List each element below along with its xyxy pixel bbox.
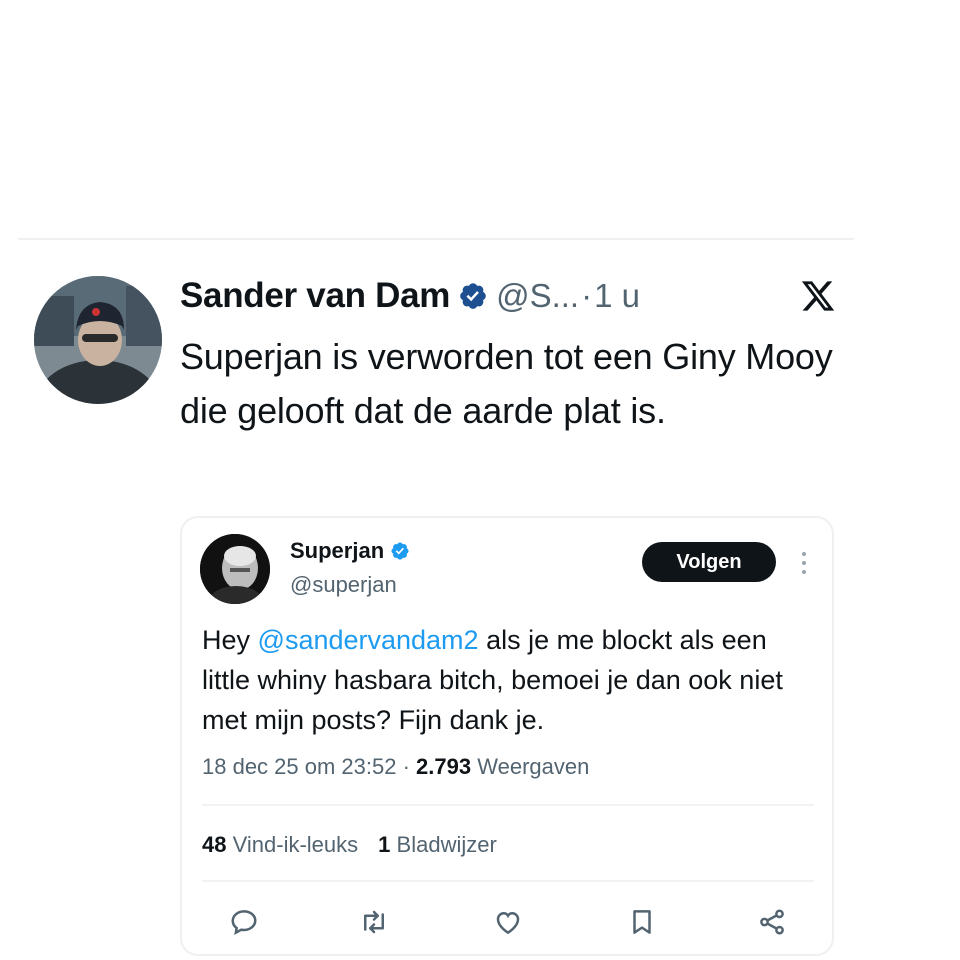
follow-button[interactable]: Volgen [642, 542, 776, 582]
bookmarks-count[interactable]: 1 [378, 832, 390, 857]
tweet-header: Sander van Dam @S... · 1 u [180, 272, 640, 320]
divider [202, 804, 814, 806]
quoted-tweet-text: Hey @sandervandam2 als je me blockt als … [202, 620, 812, 740]
quoted-author-name[interactable]: Superjan [290, 538, 384, 564]
divider [18, 238, 854, 240]
likes-count[interactable]: 48 [202, 832, 226, 857]
bookmarks-label[interactable]: Bladwijzer [397, 832, 497, 857]
verified-badge-icon [390, 541, 410, 561]
views-count: 2.793 [416, 754, 472, 779]
action-bar [182, 900, 832, 944]
verified-badge-icon [458, 281, 488, 311]
quoted-author-row: Superjan [290, 538, 410, 564]
repost-icon[interactable] [352, 900, 396, 944]
mention-link[interactable]: @sandervandam2 [258, 625, 479, 655]
separator-dot: · [581, 277, 593, 314]
separator-dot: · [396, 754, 417, 779]
bookmark-icon[interactable] [620, 900, 664, 944]
quoted-tweet-card[interactable]: Superjan @superjan Volgen Hey @sandervan… [180, 516, 834, 956]
screenshot-page: Sander van Dam @S... · 1 u Superjan is v… [0, 0, 960, 960]
divider [202, 880, 814, 882]
quoted-text-prefix: Hey [202, 625, 258, 655]
author-name[interactable]: Sander van Dam [180, 276, 450, 316]
author-avatar[interactable] [34, 276, 162, 404]
author-handle[interactable]: @S... [496, 277, 579, 315]
reply-icon[interactable] [222, 900, 266, 944]
quoted-tweet-meta: 18 dec 25 om 23:52 · 2.793 Weergaven [202, 754, 589, 780]
engagement-stats: 48 Vind-ik-leuks 1 Bladwijzer [202, 832, 497, 858]
post-datetime[interactable]: 18 dec 25 om 23:52 [202, 754, 396, 779]
share-icon[interactable] [750, 900, 794, 944]
x-logo-icon [800, 278, 836, 314]
like-icon[interactable] [486, 900, 530, 944]
quoted-author-avatar[interactable] [200, 534, 270, 604]
more-options-icon[interactable] [796, 548, 812, 578]
quoted-author-handle[interactable]: @superjan [290, 572, 397, 598]
views-label: Weergaven [477, 754, 590, 779]
post-time[interactable]: 1 u [594, 277, 640, 315]
likes-label[interactable]: Vind-ik-leuks [233, 832, 359, 857]
tweet-text: Superjan is verworden tot een Giny Mooy … [180, 336, 833, 431]
